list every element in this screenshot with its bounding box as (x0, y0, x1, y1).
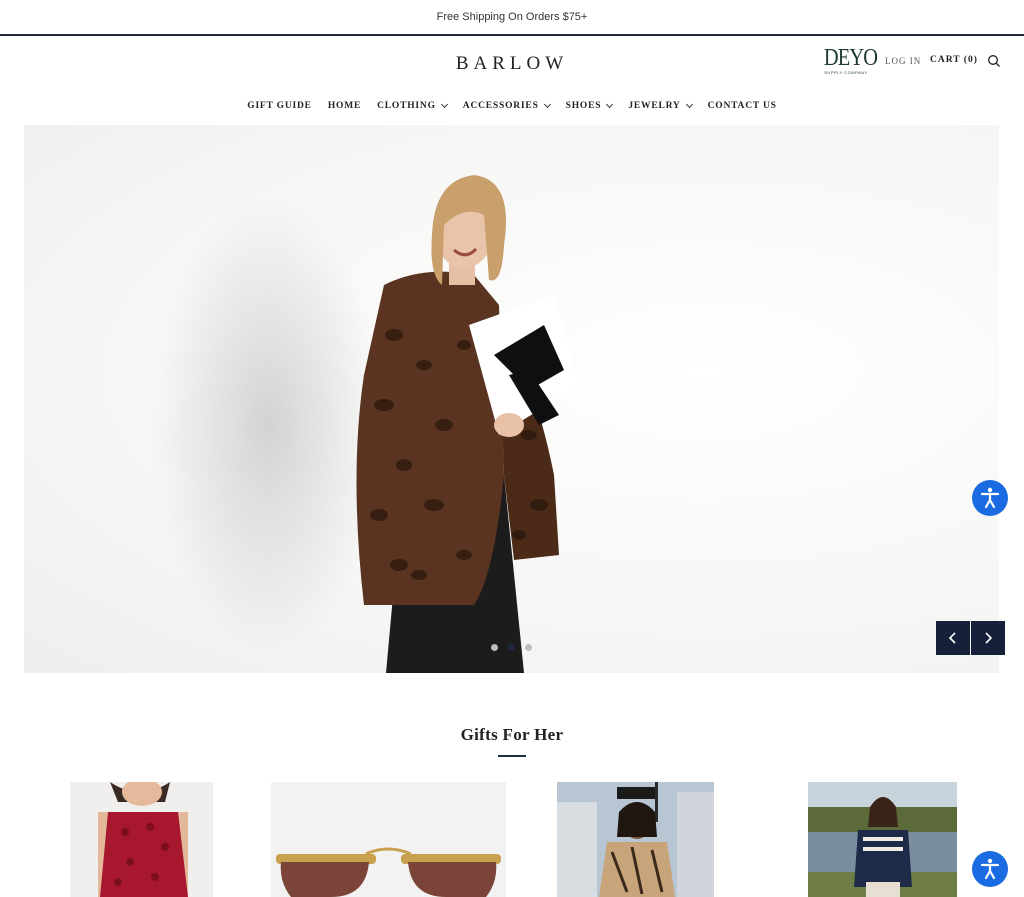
chevron-down-icon (606, 100, 614, 109)
cart-link[interactable]: CART (0) (930, 55, 978, 65)
main-nav: GIFT GUIDE HOME CLOTHING ACCESSORIES SHO… (0, 90, 1024, 122)
product-card[interactable] (808, 782, 957, 897)
slide-next-button[interactable] (971, 621, 1005, 655)
product-image (70, 782, 213, 897)
nav-item-jewelry[interactable]: JEWELRY (628, 100, 693, 111)
product-image (808, 782, 957, 897)
nav-item-contact-us[interactable]: CONTACT US (708, 101, 777, 111)
login-link[interactable]: LOG IN (885, 56, 921, 66)
announcement-text: Free Shipping On Orders $75+ (436, 11, 588, 23)
slide-dot[interactable] (525, 644, 532, 651)
section-title: Gifts For Her (460, 725, 564, 744)
nav-item-shoes[interactable]: SHOES (565, 100, 614, 111)
accessibility-icon (980, 487, 1000, 509)
search-icon[interactable] (987, 54, 1001, 68)
hero-model-image (356, 175, 579, 673)
slide-dots (491, 644, 532, 651)
nav-item-label: JEWELRY (628, 101, 681, 111)
product-card[interactable] (70, 782, 213, 897)
nav-item-label: GIFT GUIDE (247, 101, 312, 111)
nav-item-label: CONTACT US (707, 101, 777, 111)
site-header: BARLOW DEYO SUPPLY COMPANY LOG IN CART (… (0, 36, 1024, 90)
hero-slideshow[interactable] (24, 125, 999, 673)
chevron-right-icon (985, 632, 993, 644)
chevron-down-icon (440, 100, 448, 109)
nav-item-clothing[interactable]: CLOTHING (377, 100, 448, 111)
chevron-down-icon (543, 100, 551, 109)
slide-prev-button[interactable] (936, 621, 970, 655)
product-card[interactable] (557, 782, 714, 897)
chevron-left-icon (948, 632, 956, 644)
partner-logo-main: DEYO (823, 45, 878, 71)
nav-item-label: ACCESSORIES (462, 101, 539, 111)
nav-item-gift-guide[interactable]: GIFT GUIDE (247, 101, 312, 111)
nav-item-label: CLOTHING (377, 101, 436, 111)
slide-dot[interactable] (491, 644, 498, 651)
nav-item-label: HOME (327, 101, 362, 111)
slide-dot-active[interactable] (508, 644, 515, 651)
section-title-rule (498, 755, 526, 757)
nav-item-accessories[interactable]: ACCESSORIES (462, 100, 551, 111)
announcement-bar: Free Shipping On Orders $75+ (0, 0, 1024, 36)
accessibility-button[interactable] (972, 480, 1008, 516)
nav-item-label: SHOES (565, 101, 602, 111)
nav-item-home[interactable]: HOME (328, 101, 361, 111)
product-image (271, 782, 506, 897)
product-image (557, 782, 714, 897)
chevron-down-icon (685, 100, 693, 109)
accessibility-icon (980, 858, 1000, 880)
product-card[interactable] (271, 782, 506, 897)
partner-logo[interactable]: DEYO SUPPLY COMPANY (820, 45, 878, 75)
accessibility-button[interactable] (972, 851, 1008, 887)
